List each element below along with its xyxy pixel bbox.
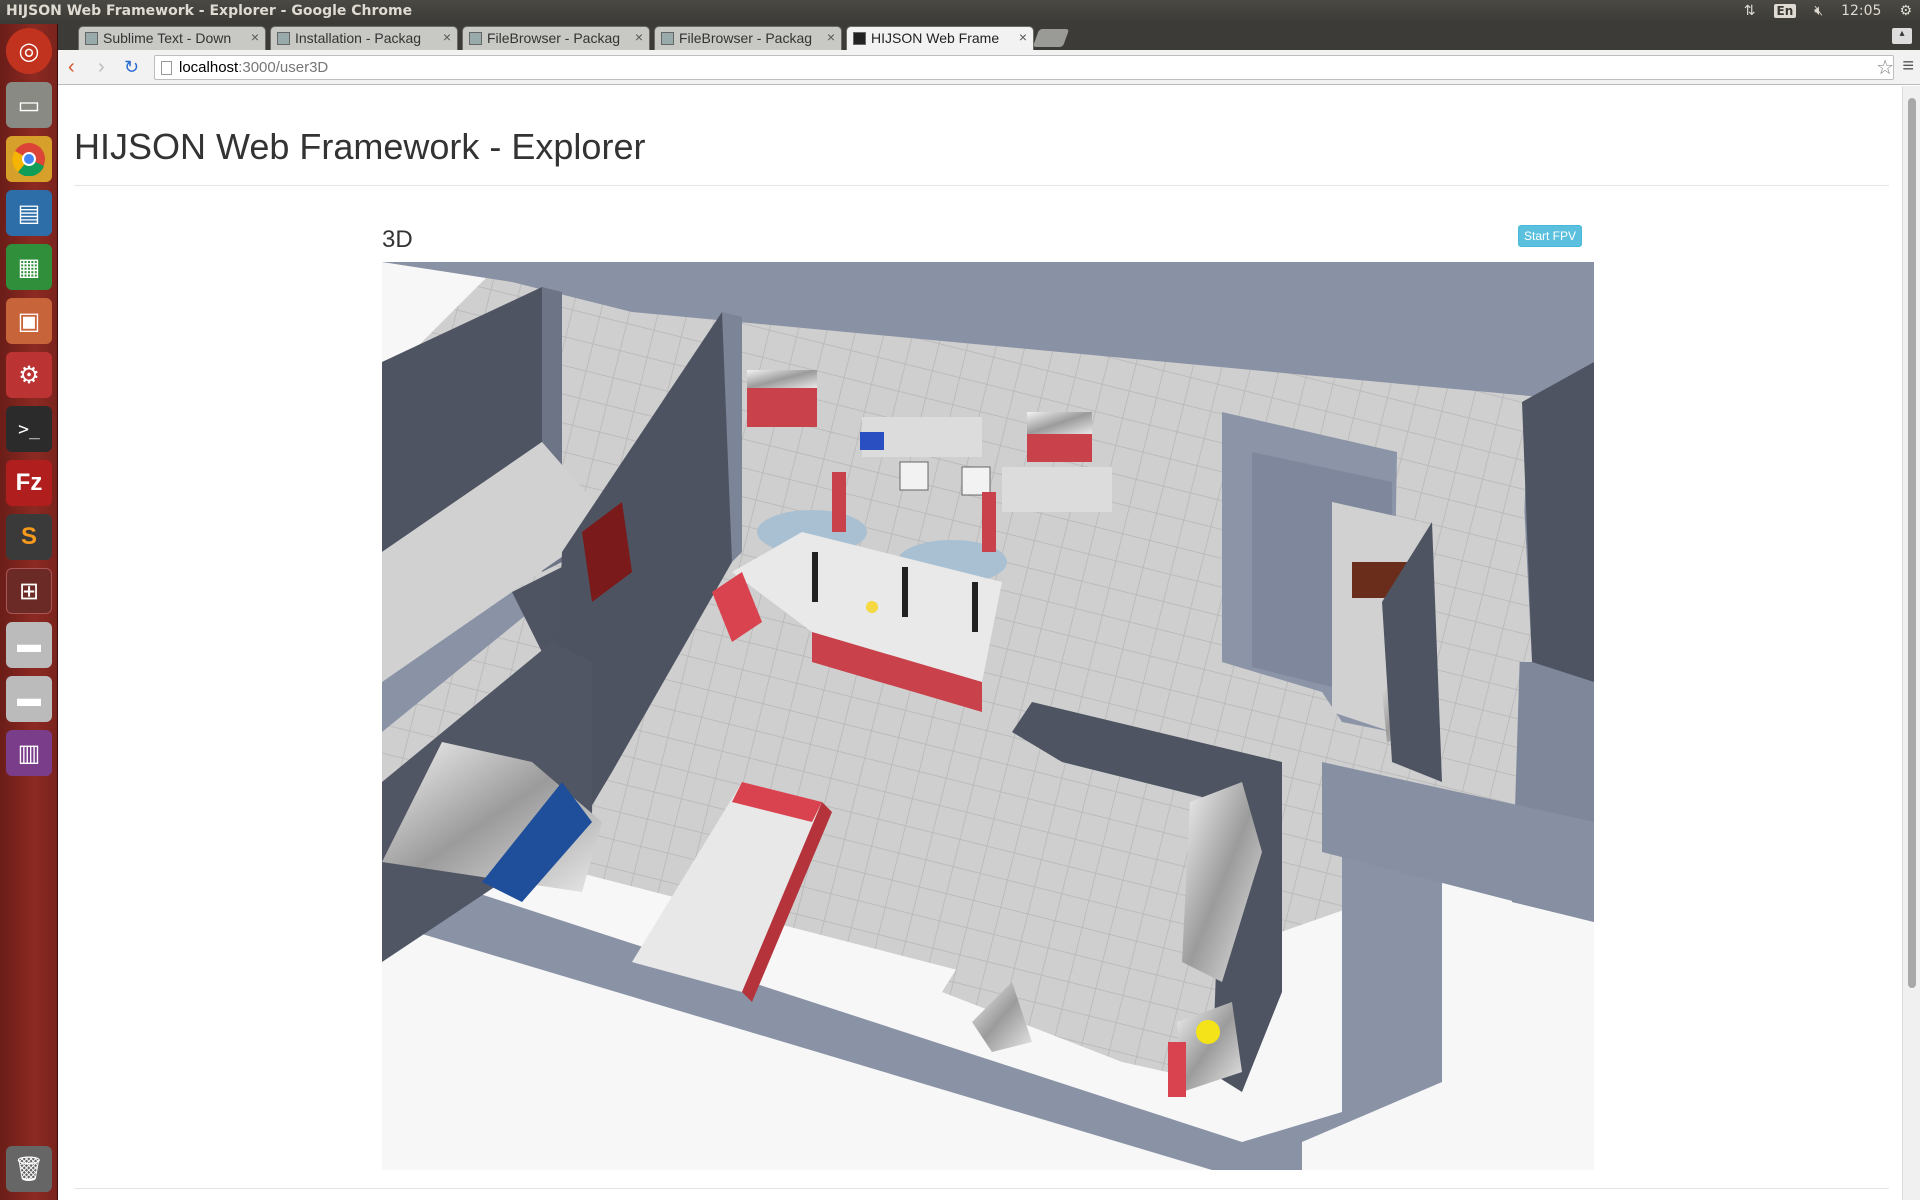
computer-monitor [899,461,929,491]
divider [74,1188,1889,1189]
panel-title: 3D [382,226,413,253]
terminal-icon[interactable]: >_ [6,406,52,452]
url-path: :3000/user3D [238,59,329,76]
tab-favicon-icon [85,32,98,45]
tab-label: FileBrowser - Packag [679,30,813,46]
menu-icon[interactable]: ≡ [1902,55,1914,78]
blue-device [860,432,884,450]
impress-icon[interactable]: ▣ [6,298,52,344]
3d-viewport[interactable] [382,262,1594,1170]
post [972,582,978,632]
system-top-panel: HIJSON Web Framework - Explorer - Google… [0,0,1920,24]
3d-floorplan-render [382,262,1594,1170]
window-title: HIJSON Web Framework - Explorer - Google… [6,3,413,19]
page-icon [161,61,172,75]
close-icon[interactable]: × [635,29,643,45]
new-tab-button[interactable] [1032,29,1070,47]
toolbar: ‹ › ↻ localhost:3000/user3D ☆ ≡ [58,50,1920,85]
software-icon[interactable]: ▥ [6,730,52,776]
system-gear-icon[interactable]: ⚙ [1899,3,1912,19]
drive-icon[interactable]: ▬ [6,676,52,722]
yellow-light [1196,1020,1220,1044]
keyboard-layout-indicator[interactable]: En [1773,4,1797,18]
back-arrow-icon[interactable]: ‹ [68,56,75,79]
files-icon[interactable]: ▭ [6,82,52,128]
divider [74,185,1889,186]
profile-icon[interactable]: ▴ [1892,28,1912,44]
tab-favicon-icon [277,32,290,45]
bookmark-star-icon[interactable]: ☆ [1876,55,1894,80]
sublime-icon[interactable]: S [6,514,52,560]
address-bar[interactable]: localhost:3000/user3D [154,55,1894,80]
start-fpv-button[interactable]: Start FPV [1518,225,1582,247]
red-cabinet [1027,432,1092,462]
tab-favicon-icon [853,32,866,45]
hood-top [1027,412,1092,434]
scrollbar-thumb[interactable] [1908,98,1916,988]
yellow-marker [866,601,878,613]
bench [1002,467,1112,512]
close-icon[interactable]: × [443,29,451,45]
page-title: HIJSON Web Framework - Explorer [74,126,646,167]
clock[interactable]: 12:05 [1841,3,1881,19]
close-icon[interactable]: × [827,29,835,45]
tab-label: Sublime Text - Down [103,30,232,46]
drive-icon[interactable]: ▬ [6,622,52,668]
vertical-scrollbar[interactable] [1902,86,1920,1200]
reload-icon[interactable]: ↻ [124,57,139,78]
chrome-icon[interactable] [6,136,52,182]
url-host: localhost [179,59,239,76]
ubuntu-home-icon[interactable]: ◎ [6,28,52,74]
tab-favicon-icon [469,32,482,45]
system-tray: ⇅ En 🔇︎ 12:05 ⚙ [1744,3,1912,19]
post [902,567,908,617]
tab-hijson[interactable]: HIJSON Web Frame × [846,26,1034,50]
workspaces-icon[interactable]: ⊞ [6,568,52,614]
tab-label: HIJSON Web Frame [871,30,1000,46]
tab-filebrowser-1[interactable]: FileBrowser - Packag × [462,26,650,50]
volume-muted-icon[interactable]: 🔇︎ [1814,3,1823,19]
red-divider [832,472,846,532]
computer-monitor [961,466,991,496]
page-content: HIJSON Web Framework - Explorer 3D Start… [58,86,1902,1200]
calc-icon[interactable]: ▦ [6,244,52,290]
tab-label: FileBrowser - Packag [487,30,621,46]
trash-icon[interactable]: 🗑︎ [6,1146,52,1192]
post [812,552,818,602]
writer-icon[interactable]: ▤ [6,190,52,236]
red-unit [1168,1042,1186,1097]
close-icon[interactable]: × [251,29,259,45]
tab-favicon-icon [661,32,674,45]
red-cabinet [747,382,817,427]
tab-sublime[interactable]: Sublime Text - Down × [78,26,266,50]
far-right-wall [1522,362,1594,682]
hood-top [747,370,817,388]
tab-label: Installation - Packag [295,30,422,46]
forward-arrow-icon[interactable]: › [98,56,105,79]
filezilla-icon[interactable]: Fz [6,460,52,506]
network-icon[interactable]: ⇅ [1744,3,1756,19]
tab-installation[interactable]: Installation - Packag × [270,26,458,50]
close-icon[interactable]: × [1019,29,1027,45]
settings-icon[interactable]: ⚙ [6,352,52,398]
tab-strip: Sublime Text - Down × Installation - Pac… [58,24,1920,50]
red-divider [982,492,996,552]
tab-filebrowser-2[interactable]: FileBrowser - Packag × [654,26,842,50]
unity-launcher: ◎ ▭ ▤ ▦ ▣ ⚙ >_ Fz S ⊞ ▬ ▬ ▥ 🗑︎ [0,24,58,1200]
